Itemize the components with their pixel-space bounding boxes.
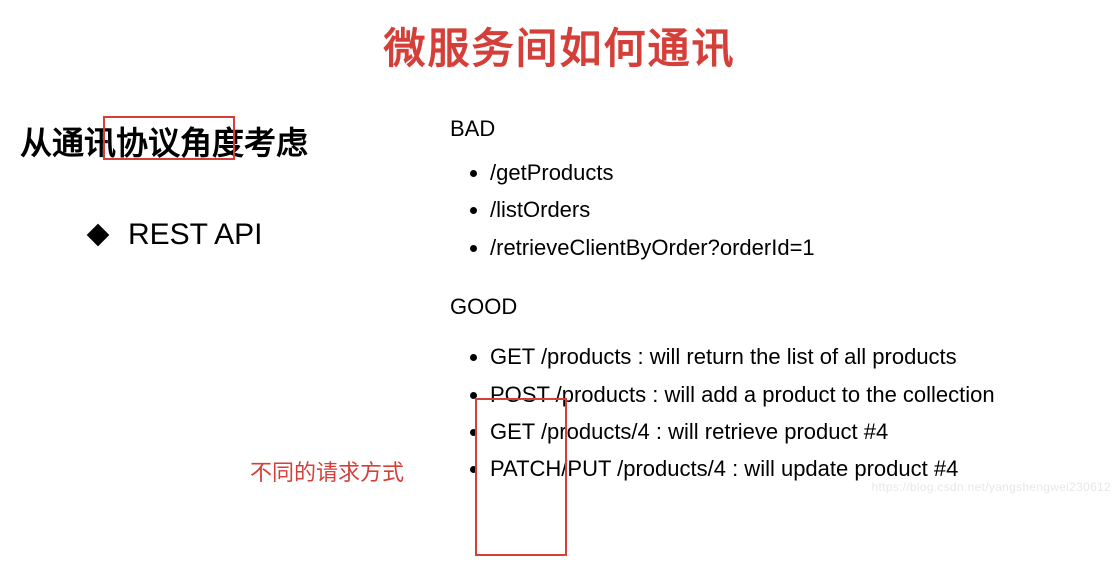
- annotation-text: 不同的请求方式: [250, 455, 404, 487]
- rest-api-item: REST API: [90, 218, 440, 252]
- highlight-box-http-verbs: [475, 398, 567, 556]
- highlight-box-protocol: [103, 116, 235, 160]
- list-item: GET /products/4 : will retrieve product …: [490, 413, 1099, 450]
- page-title: 微服务间如何通讯: [20, 15, 1099, 76]
- list-item: /listOrders: [490, 191, 1099, 228]
- good-list: GET /products : will return the list of …: [490, 338, 1099, 488]
- bad-list: /getProducts /listOrders /retrieveClient…: [490, 154, 1099, 266]
- left-column: 从通讯协议角度考虑 REST API: [20, 116, 440, 252]
- list-item: /retrieveClientByOrder?orderId=1: [490, 229, 1099, 266]
- watermark-text: https://blog.csdn.net/yangshengwei230612: [871, 480, 1111, 494]
- bad-label: BAD: [450, 116, 1099, 142]
- diamond-bullet-icon: [87, 224, 110, 247]
- list-item: POST /products : will add a product to t…: [490, 376, 1099, 413]
- list-item: GET /products : will return the list of …: [490, 338, 1099, 375]
- list-item: /getProducts: [490, 154, 1099, 191]
- rest-api-label: REST API: [128, 218, 263, 252]
- good-label: GOOD: [450, 294, 1099, 320]
